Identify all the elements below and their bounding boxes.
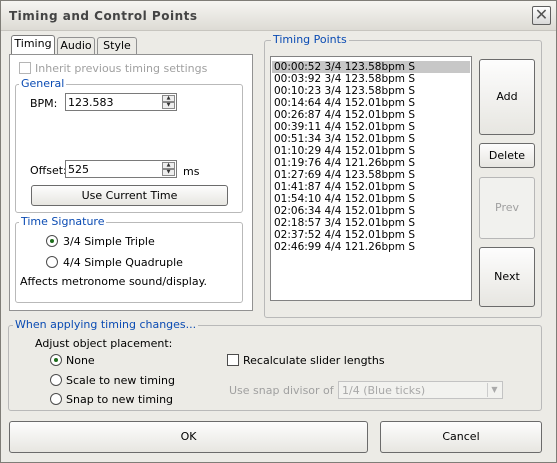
scale-label: Scale to new timing <box>66 374 175 387</box>
cancel-button[interactable]: Cancel <box>380 421 542 453</box>
spin-down-icon[interactable]: ▼ <box>162 102 175 109</box>
snap-divisor-select[interactable]: 1/4 (Blue ticks) ▼ <box>338 381 503 399</box>
offset-input[interactable]: 525 ▲ ▼ <box>65 160 177 178</box>
tab-style-label: Style <box>103 39 131 52</box>
title-bar: Timing and Control Points ✕ <box>1 1 556 31</box>
add-button-label: Add <box>496 90 518 103</box>
prev-button[interactable]: Prev <box>479 177 535 239</box>
bpm-value: 123.583 <box>68 96 114 109</box>
bpm-input[interactable]: 123.583 ▲ ▼ <box>65 93 177 111</box>
radio-snap[interactable] <box>50 393 62 405</box>
tab-timing-label: Timing <box>14 37 52 50</box>
offset-value: 525 <box>68 163 89 176</box>
timing-points-list[interactable]: 00:00:52 3/4 123.58bpm S 00:03:92 3/4 12… <box>270 56 472 301</box>
tab-audio[interactable]: Audio <box>57 37 95 55</box>
inherit-label: Inherit previous timing settings <box>35 62 208 75</box>
delete-button[interactable]: Delete <box>479 143 535 168</box>
close-icon: ✕ <box>534 5 549 24</box>
list-item[interactable]: 00:03:92 3/4 123.58bpm S <box>272 73 470 85</box>
list-item[interactable]: 02:18:57 3/4 152.01bpm S <box>272 217 470 229</box>
snap-divisor-value: 1/4 (Blue ticks) <box>342 384 426 397</box>
delete-button-label: Delete <box>488 149 526 162</box>
bpm-spinner[interactable]: ▲ ▼ <box>162 95 175 109</box>
general-legend: General <box>19 77 67 90</box>
ok-button-label: OK <box>180 430 197 443</box>
recalculate-label: Recalculate slider lengths <box>243 354 385 367</box>
offset-spinner[interactable]: ▲ ▼ <box>162 162 175 176</box>
offset-label: Offset: <box>30 164 67 177</box>
list-item[interactable]: 00:26:87 4/4 152.01bpm S <box>272 109 470 121</box>
timing-dialog: Timing and Control Points ✕ Timing Audio… <box>0 0 557 463</box>
recalculate-checkbox[interactable] <box>227 354 239 366</box>
chevron-down-icon[interactable]: ▼ <box>487 383 501 397</box>
inherit-checkbox[interactable] <box>19 62 31 74</box>
spin-up-icon[interactable]: ▲ <box>162 162 175 169</box>
close-button[interactable]: ✕ <box>532 6 551 25</box>
list-item[interactable]: 01:41:87 4/4 152.01bpm S <box>272 181 470 193</box>
list-item[interactable]: 01:27:69 4/4 123.58bpm S <box>272 169 470 181</box>
time-signature-legend: Time Signature <box>19 215 107 228</box>
use-current-time-label: Use Current Time <box>81 189 178 202</box>
spin-up-icon[interactable]: ▲ <box>162 95 175 102</box>
tab-style[interactable]: Style <box>97 37 137 55</box>
timing-points-legend: Timing Points <box>271 33 349 46</box>
radio-selected-dot <box>50 239 54 243</box>
list-item[interactable]: 01:54:10 4/4 152.01bpm S <box>272 193 470 205</box>
offset-unit: ms <box>183 165 200 178</box>
next-button-label: Next <box>494 270 520 283</box>
use-current-time-button[interactable]: Use Current Time <box>31 185 228 206</box>
list-item[interactable]: 00:10:23 3/4 123.58bpm S <box>272 85 470 97</box>
radio-scale[interactable] <box>50 374 62 386</box>
sig-4-4-label: 4/4 Simple Quadruple <box>63 256 183 269</box>
list-item[interactable]: 00:39:11 4/4 152.01bpm S <box>272 121 470 133</box>
radio-3-4[interactable] <box>46 235 58 247</box>
radio-selected-dot <box>54 358 58 362</box>
radio-none[interactable] <box>50 354 62 366</box>
tab-timing[interactable]: Timing <box>11 35 55 55</box>
none-label: None <box>66 354 95 367</box>
tab-audio-label: Audio <box>60 39 92 52</box>
bpm-label: BPM: <box>30 97 58 110</box>
list-item[interactable]: 02:46:99 4/4 121.26bpm S <box>272 241 470 253</box>
cancel-button-label: Cancel <box>442 430 480 443</box>
spin-down-icon[interactable]: ▼ <box>162 169 175 176</box>
window-title: Timing and Control Points <box>9 9 198 23</box>
snap-divisor-label: Use snap divisor of <box>229 384 334 397</box>
list-item[interactable]: 01:10:29 4/4 152.01bpm S <box>272 145 470 157</box>
sig-3-4-label: 3/4 Simple Triple <box>63 235 155 248</box>
adjust-label: Adjust object placement: <box>35 337 173 350</box>
prev-button-label: Prev <box>495 201 519 214</box>
list-item[interactable]: 00:00:52 3/4 123.58bpm S <box>272 61 470 73</box>
applying-legend: When applying timing changes... <box>13 318 199 331</box>
list-item[interactable]: 00:14:64 4/4 152.01bpm S <box>272 97 470 109</box>
ok-button[interactable]: OK <box>9 421 368 453</box>
list-item[interactable]: 00:51:34 3/4 152.01bpm S <box>272 133 470 145</box>
list-item[interactable]: 02:37:52 4/4 152.01bpm S <box>272 229 470 241</box>
list-item[interactable]: 01:19:76 4/4 121.26bpm S <box>272 157 470 169</box>
next-button[interactable]: Next <box>479 247 535 307</box>
list-item[interactable]: 02:06:34 4/4 152.01bpm S <box>272 205 470 217</box>
add-button[interactable]: Add <box>479 59 535 135</box>
radio-4-4[interactable] <box>46 256 58 268</box>
metronome-note: Affects metronome sound/display. <box>20 275 208 288</box>
snap-label: Snap to new timing <box>66 393 174 406</box>
